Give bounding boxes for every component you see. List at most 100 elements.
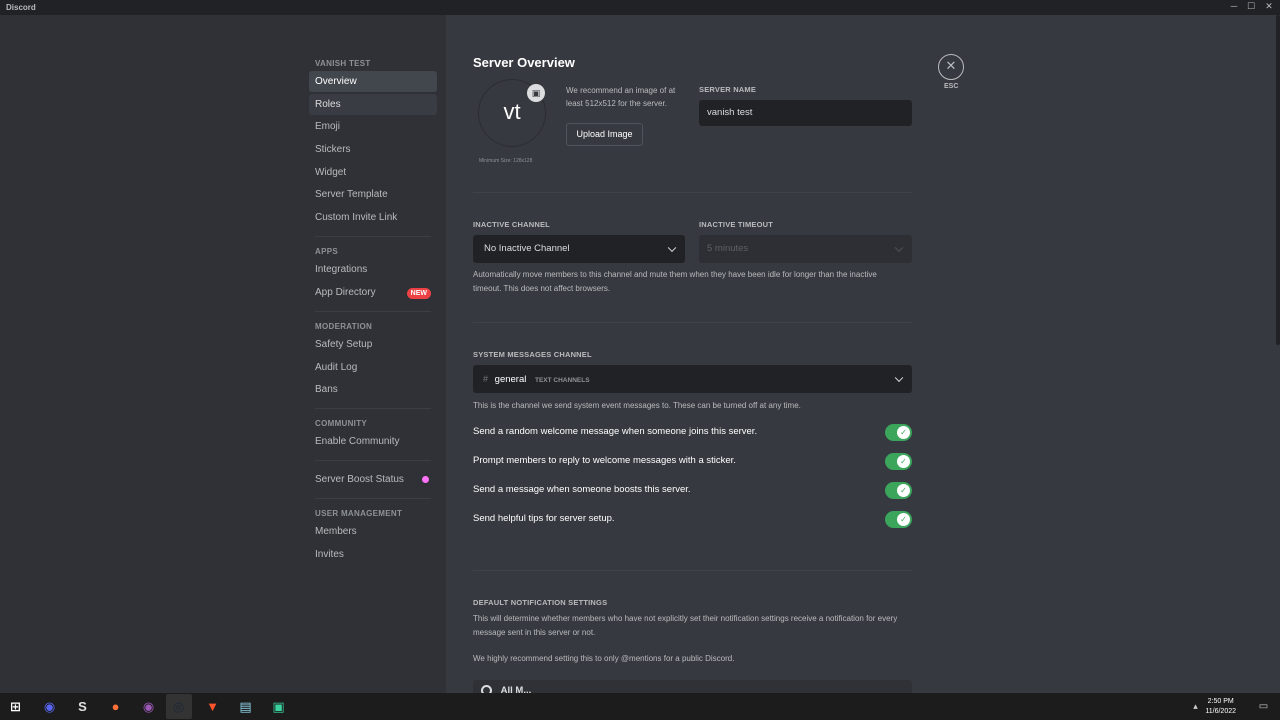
sidebar-item-label: Safety Setup: [315, 338, 373, 350]
sidebar-item-invites[interactable]: Invites: [309, 544, 437, 565]
server-name-input[interactable]: vanish test: [699, 100, 912, 126]
notification-help-text: This will determine whether members who …: [473, 614, 898, 637]
toggle-switch[interactable]: ✓: [885, 511, 912, 528]
inactive-timeout-value: 5 minutes: [707, 243, 749, 254]
nav-divider: [315, 460, 431, 462]
taskbar-clock[interactable]: 2:50 PM 11/6/2022: [1205, 697, 1236, 717]
divider: [473, 192, 912, 193]
window-titlebar: Discord ─ ☐ ✕: [0, 0, 1280, 15]
sidebar-item-overview[interactable]: Overview: [309, 71, 437, 92]
system-message-toggle-row: Send helpful tips for server setup. ✓: [473, 511, 912, 529]
notifications-icon[interactable]: ▭: [1254, 697, 1273, 716]
nav-divider: [315, 498, 431, 500]
nav-section-header: VANISH TEST: [315, 59, 371, 68]
channel-hash-icon: #: [483, 374, 489, 384]
windows-taskbar: ⊞ ◉ S ● ◉ ◎ ▼ ▤ ▣ ▴ 2:50 PM 11/6/2022 ▭: [0, 693, 1280, 720]
sidebar-item-label: App Directory: [315, 286, 376, 298]
nav-section-header: APPS: [315, 247, 338, 257]
system-channel-name: general: [494, 374, 527, 385]
avatar-recommendation: We recommend an image of at least 512x51…: [566, 86, 676, 108]
scrollbar[interactable]: [1276, 15, 1280, 345]
toggle-switch[interactable]: ✓: [885, 482, 912, 499]
inactive-timeout-select: 5 minutes: [699, 235, 912, 263]
sidebar-item-roles[interactable]: Roles: [309, 93, 437, 115]
sidebar-item-label: Enable Community: [315, 436, 400, 448]
clock-time: 2:50 PM: [1207, 698, 1234, 705]
check-icon: ✓: [897, 426, 910, 439]
server-name-label: SERVER NAME: [699, 85, 757, 94]
toggle-label: Send a message when someone boosts this …: [473, 484, 691, 495]
sidebar-item-label: Overview: [315, 76, 357, 87]
settings-nav: VANISH TEST Overview Roles Emoji Stickers Wid…: [309, 53, 437, 567]
system-channel-label: SYSTEM MESSAGES CHANNEL: [473, 350, 592, 359]
divider: [473, 570, 912, 571]
sidebar-item-server-boost-status[interactable]: Server Boost Status: [309, 469, 437, 490]
esc-label: ESC: [944, 83, 959, 90]
toggle-label: Prompt members to reply to welcome messa…: [473, 455, 736, 466]
discord-alt-icon[interactable]: ◉: [139, 697, 158, 716]
inactive-help-text: Automatically move members to this chann…: [473, 270, 877, 293]
nav-section-header: USER MANAGEMENT: [315, 509, 403, 519]
sidebar-item-audit-log[interactable]: Audit Log: [309, 357, 437, 378]
check-icon: ✓: [897, 484, 910, 497]
system-channel-select[interactable]: # general TEXT CHANNELS: [473, 365, 912, 393]
sidebar-item-server-template[interactable]: Server Template: [309, 184, 437, 205]
toggle-label: Send helpful tips for server setup.: [473, 513, 615, 524]
sidebar-item-bans[interactable]: Bans: [309, 379, 437, 400]
image-upload-icon[interactable]: ▣: [527, 84, 545, 102]
sidebar-item-app-directory[interactable]: App Directory NEW: [309, 282, 437, 303]
app-icon[interactable]: ▣: [269, 697, 288, 716]
maximize-icon[interactable]: ☐: [1245, 1, 1257, 12]
nav-divider: [315, 408, 431, 410]
sidebar-item-widget[interactable]: Widget: [309, 162, 437, 183]
chevron-down-icon: [667, 243, 677, 253]
sidebar-item-emoji[interactable]: Emoji: [309, 116, 437, 137]
sidebar-item-members[interactable]: Members: [309, 521, 437, 542]
notification-settings-label: DEFAULT NOTIFICATION SETTINGS: [473, 598, 608, 607]
inactive-timeout-label: INACTIVE TIMEOUT: [699, 220, 774, 229]
sidebar-item-enable-community[interactable]: Enable Community: [309, 431, 437, 452]
notification-option-all[interactable]: All M...: [473, 680, 912, 693]
brave-icon[interactable]: ▼: [203, 697, 222, 716]
sidebar-item-label: Members: [315, 526, 357, 538]
new-badge: NEW: [406, 287, 431, 299]
sidebar-item-label: Bans: [315, 384, 338, 396]
avatar-min-size: Minimum Size: 128x128: [479, 158, 533, 164]
sidebar-item-integrations[interactable]: Integrations: [309, 259, 437, 280]
check-icon: ✓: [897, 513, 910, 526]
divider: [473, 322, 912, 323]
notification-recommend-text: We highly recommend setting this to only…: [473, 654, 735, 663]
sidebar-item-stickers[interactable]: Stickers: [309, 139, 437, 160]
sidebar-item-safety-setup[interactable]: Safety Setup: [309, 334, 437, 355]
minimize-icon[interactable]: ─: [1228, 1, 1240, 11]
s-app-icon[interactable]: S: [73, 697, 92, 716]
nav-section-header: COMMUNITY: [315, 419, 368, 429]
firefox-icon[interactable]: ●: [106, 697, 125, 716]
nav-section-header: MODERATION: [315, 321, 373, 331]
sidebar-item-label: Roles: [315, 98, 341, 110]
settings-app: VANISH TEST Overview Roles Emoji Stickers Wid…: [0, 15, 1280, 693]
sidebar-item-custom-invite-link[interactable]: Custom Invite Link: [309, 207, 437, 228]
close-settings-button[interactable]: ✕: [938, 54, 964, 80]
sidebar-item-label: Emoji: [315, 121, 341, 133]
boost-icon: [422, 476, 429, 484]
check-icon: ✓: [897, 455, 910, 468]
notes-icon[interactable]: ▤: [236, 697, 255, 716]
system-channel-category: TEXT CHANNELS: [535, 377, 590, 384]
steam-icon[interactable]: ◎: [169, 697, 188, 716]
windows-start-icon[interactable]: ⊞: [6, 697, 25, 716]
toggle-switch[interactable]: ✓: [885, 424, 912, 441]
close-window-icon[interactable]: ✕: [1263, 1, 1275, 12]
settings-content: Server Overview vt ▣ Minimum Size: 128x1…: [446, 15, 1280, 693]
inactive-channel-select[interactable]: No Inactive Channel: [473, 235, 685, 263]
system-message-toggle-row: Send a random welcome message when someo…: [473, 424, 912, 442]
discord-icon[interactable]: ◉: [40, 697, 59, 716]
sidebar-item-label: Audit Log: [315, 361, 358, 373]
chevron-down-icon: [894, 243, 904, 253]
tray-chevron-up-icon[interactable]: ▴: [1186, 697, 1205, 716]
sidebar-item-label: Stickers: [315, 144, 351, 156]
upload-image-button[interactable]: Upload Image: [566, 123, 643, 146]
sidebar-item-label: Integrations: [315, 264, 368, 276]
system-channel-help: This is the channel we send system event…: [473, 401, 801, 410]
toggle-switch[interactable]: ✓: [885, 453, 912, 470]
